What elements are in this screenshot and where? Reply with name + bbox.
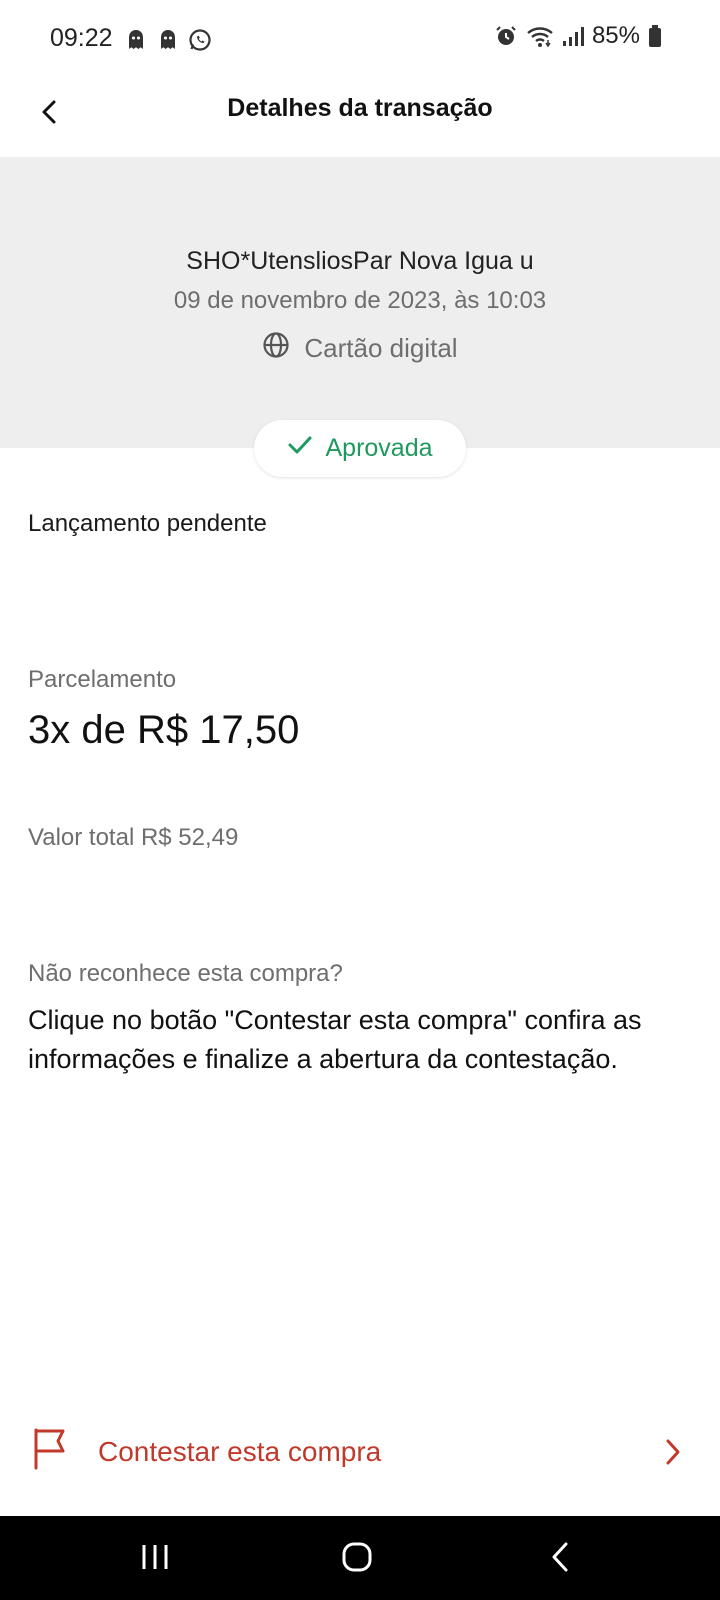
status-label: Aprovada [325, 434, 433, 462]
ghost-icon [156, 28, 180, 57]
installments-value: 3x de R$ 17,50 [28, 708, 300, 752]
merchant-name: SHO*UtensliosPar Nova Igua u [186, 247, 534, 275]
chevron-right-icon [664, 1438, 682, 1471]
transaction-summary: SHO*UtensliosPar Nova Igua u 09 de novem… [0, 157, 720, 448]
recent-apps-button[interactable] [125, 1538, 185, 1580]
installments-label: Parcelamento [28, 666, 177, 693]
dispute-question: Não reconhece esta compra? [28, 960, 343, 987]
flag-icon [30, 1426, 70, 1475]
dispute-button[interactable]: Contestar esta compra [0, 1418, 720, 1488]
signal-icon [562, 25, 584, 47]
system-nav-bar [0, 1516, 720, 1600]
recent-apps-icon [140, 1543, 170, 1576]
status-bar: 09:22 85% [0, 0, 720, 80]
alarm-icon [494, 24, 518, 48]
wifi-icon [526, 24, 554, 48]
nav-back-button[interactable] [530, 1538, 590, 1580]
pending-label: Lançamento pendente [28, 510, 267, 537]
card-type: Cartão digital [0, 331, 720, 366]
whatsapp-icon [188, 28, 212, 57]
dispute-description: Clique no botão "Contestar esta compra" … [28, 1005, 642, 1074]
home-button[interactable] [327, 1538, 387, 1580]
notification-icons [124, 28, 212, 57]
dispute-button-label: Contestar esta compra [98, 1436, 382, 1467]
status-badge: Aprovada [254, 420, 466, 477]
home-icon [341, 1541, 373, 1578]
transaction-datetime: 09 de novembro de 2023, às 10:03 [173, 287, 547, 314]
nav-back-icon [549, 1541, 571, 1578]
page-title: Detalhes da transação [227, 94, 493, 122]
battery-percent: 85% [591, 22, 640, 49]
globe-icon [262, 331, 290, 366]
battery-icon [648, 24, 662, 48]
system-status: 85% [494, 22, 662, 50]
ghost-icon [124, 28, 148, 57]
app-header: Detalhes da transação [0, 80, 720, 156]
total-value: Valor total R$ 52,49 [28, 824, 239, 851]
check-icon [287, 434, 313, 463]
status-time: 09:22 [50, 24, 113, 52]
card-type-label: Cartão digital [304, 333, 458, 363]
